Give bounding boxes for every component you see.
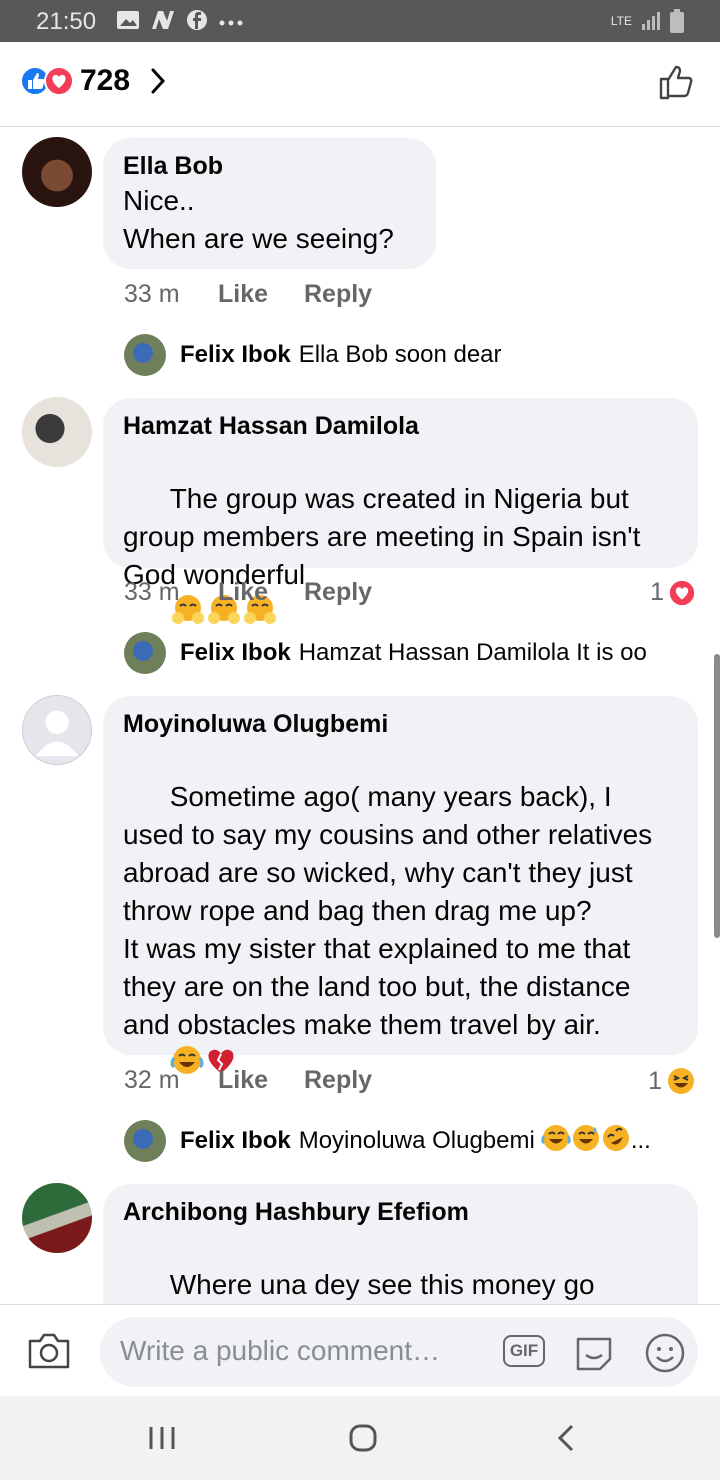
- status-time: 21:50: [36, 8, 97, 35]
- like-link[interactable]: Like: [218, 578, 304, 607]
- comment-text: Nice.. When are we seeing?: [123, 185, 394, 254]
- avatar-moyinoluwa-olugbemi[interactable]: [22, 695, 92, 765]
- reply-preview[interactable]: Felix Ibok Moyinoluwa Olugbemi ...: [124, 1120, 651, 1162]
- reply-preview[interactable]: Felix Ibok Hamzat Hassan Damilola It is …: [124, 632, 647, 674]
- comments-sheet: 728 Ella Bob Nice.. When are we seeing? …: [0, 42, 720, 1480]
- default-avatar-icon: [35, 710, 79, 757]
- reaction-number: 1: [648, 1066, 662, 1095]
- reply-text: Hamzat Hassan Damilola It is oo: [298, 639, 647, 666]
- gallery-icon: [117, 11, 139, 29]
- reply-text: Ella Bob soon dear: [298, 341, 502, 368]
- chevron-right-icon: [151, 68, 166, 94]
- comment-time: 32 m: [124, 1066, 180, 1094]
- reactions-summary[interactable]: 728: [20, 64, 166, 98]
- reply-link[interactable]: Reply: [304, 578, 372, 607]
- comment-bubble[interactable]: Hamzat Hassan Damilola The group was cre…: [103, 398, 698, 624]
- laughing-emoji-icon: [541, 1123, 571, 1160]
- gif-button[interactable]: GIF: [503, 1335, 545, 1367]
- emoji-icon[interactable]: [643, 1331, 687, 1375]
- comment-time: 33 m: [124, 578, 180, 606]
- avatar-ella-bob[interactable]: [22, 137, 92, 207]
- avatar-felix-ibok: [124, 334, 166, 376]
- reactions-header: 728: [0, 42, 720, 127]
- love-reaction-icon: [44, 66, 74, 96]
- comment-text: The group was created in Nigeria but gro…: [123, 483, 649, 590]
- comment-author[interactable]: Moyinoluwa Olugbemi: [123, 708, 678, 740]
- like-link[interactable]: Like: [218, 1066, 304, 1095]
- comment-actions: 33 m Like Reply: [124, 578, 372, 607]
- reply-link[interactable]: Reply: [304, 280, 372, 309]
- love-reaction-icon: [668, 578, 696, 607]
- signal-icon: [642, 12, 660, 30]
- scrollbar[interactable]: [714, 654, 720, 938]
- reply-author: Felix Ibok: [180, 341, 291, 368]
- reply-text: Moyinoluwa Olugbemi: [298, 1127, 535, 1154]
- rofl-emoji-icon: [601, 1123, 631, 1160]
- reply-link[interactable]: Reply: [304, 1066, 372, 1095]
- like-link[interactable]: Like: [218, 280, 304, 309]
- reply-author: Felix Ibok: [180, 639, 291, 666]
- comment-actions: 33 m Like Reply: [124, 280, 372, 309]
- comment-author[interactable]: Hamzat Hassan Damilola: [123, 410, 678, 442]
- reaction-count: 728: [80, 64, 131, 97]
- sweat-smile-emoji-icon: [571, 1123, 601, 1160]
- haha-reaction-icon: [668, 1068, 694, 1094]
- camera-icon[interactable]: [26, 1331, 72, 1371]
- system-navigation-bar: [0, 1396, 720, 1480]
- comment-actions: 32 m Like Reply: [124, 1066, 372, 1095]
- avatar-felix-ibok: [124, 1120, 166, 1162]
- sticker-icon[interactable]: [572, 1331, 616, 1375]
- avatar-hamzat-hassan-damilola[interactable]: [22, 397, 92, 467]
- reply-preview[interactable]: Felix Ibok Ella Bob soon dear: [124, 334, 502, 376]
- comment-reaction-count[interactable]: 1: [648, 1066, 696, 1096]
- more-icon: [219, 20, 243, 26]
- gif-label: GIF: [509, 1341, 539, 1360]
- comment-time: 33 m: [124, 280, 180, 308]
- comment-input-placeholder: Write a public comment…: [120, 1335, 441, 1366]
- reply-author: Felix Ibok: [180, 1127, 291, 1154]
- home-icon[interactable]: [348, 1423, 378, 1453]
- battery-icon: [670, 9, 684, 33]
- comment-bubble[interactable]: Moyinoluwa Olugbemi Sometime ago( many y…: [103, 696, 698, 1074]
- comment-author[interactable]: Archibong Hashbury Efefiom: [123, 1196, 678, 1228]
- avatar-archibong-hashbury-efefiom[interactable]: [22, 1183, 92, 1253]
- comment-text: Sometime ago( many years back), I used t…: [123, 781, 653, 1040]
- back-icon[interactable]: [552, 1423, 582, 1453]
- comment-bubble[interactable]: Ella Bob Nice.. When are we seeing?: [103, 138, 436, 269]
- n-icon: [152, 11, 174, 29]
- reply-ellipsis: ...: [630, 1127, 651, 1154]
- comment-composer: Write a public comment… GIF: [0, 1304, 720, 1397]
- comment-reaction-count[interactable]: 1: [650, 578, 696, 607]
- status-bar: 21:50 LTE: [0, 0, 720, 42]
- avatar-felix-ibok: [124, 632, 166, 674]
- like-button-icon[interactable]: [656, 62, 696, 102]
- comment-author[interactable]: Ella Bob: [123, 150, 416, 182]
- reaction-number: 1: [650, 578, 664, 606]
- network-label: LTE: [610, 14, 632, 28]
- comment-input[interactable]: Write a public comment… GIF: [100, 1317, 698, 1387]
- recent-apps-icon[interactable]: [147, 1423, 177, 1453]
- facebook-icon: [187, 10, 207, 30]
